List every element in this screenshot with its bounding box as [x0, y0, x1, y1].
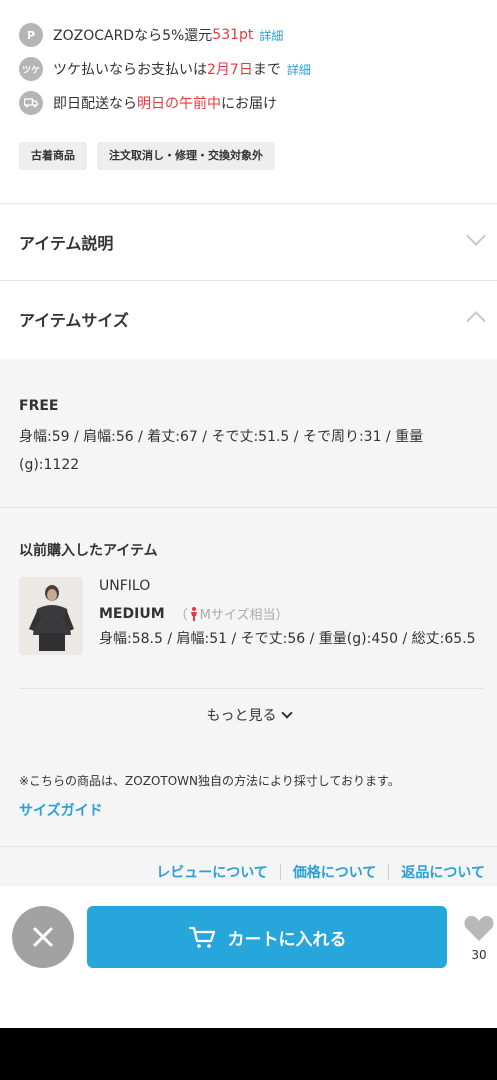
promo-row-points: P ZOZOCARDなら5%還元 531pt 詳細 — [19, 22, 283, 48]
review-link[interactable]: レビューについて — [156, 862, 268, 882]
previous-size-label: MEDIUM — [99, 605, 165, 622]
tag-no-cancel: 注文取消し・修理・交換対象外 — [97, 142, 275, 170]
chevron-down-icon — [280, 707, 293, 719]
bottom-action-bar: カートに入れる 30 — [0, 886, 497, 1028]
tsuke-icon: ツケ — [19, 57, 43, 81]
accordion-label: アイテムサイズ — [19, 311, 129, 330]
size-label: FREE — [19, 398, 59, 414]
promo-text: ツケ払いならお支払いは — [53, 62, 207, 78]
divider — [0, 846, 497, 847]
accordion-item-size[interactable]: アイテムサイズ — [0, 281, 497, 357]
accordion-item-description[interactable]: アイテム説明 — [0, 204, 497, 280]
size-measurements: 身幅:59 / 肩幅:56 / 着丈:67 / そで丈:51.5 / そで周り:… — [19, 429, 424, 473]
footer-links: レビューについて 価格について 返品について — [156, 862, 485, 882]
cart-icon — [188, 926, 215, 948]
measurement-note: ※こちらの商品は、ZOZOTOWN独自の方法により採寸しております。 — [19, 774, 400, 788]
previous-item-measurements: 身幅:58.5 / 肩幅:51 / そで丈:56 / 重量(g):450 / 総… — [99, 631, 476, 647]
promo-highlight: 531pt — [212, 27, 254, 43]
previous-items-title: 以前購入したアイテム — [19, 543, 158, 559]
divider — [19, 688, 484, 689]
chevron-up-icon — [466, 311, 486, 331]
previous-size-note: （Mサイズ相当） — [174, 606, 289, 623]
separator — [279, 864, 281, 880]
price-link[interactable]: 価格について — [293, 862, 377, 882]
points-icon: P — [19, 23, 43, 47]
promo-detail-link[interactable]: 詳細 — [287, 61, 311, 78]
promo-detail-link[interactable]: 詳細 — [259, 27, 283, 44]
item-tags: 古着商品 注文取消し・修理・交換対象外 — [19, 142, 275, 170]
tag-used: 古着商品 — [19, 142, 87, 170]
cart-label: カートに入れる — [227, 929, 347, 950]
promo-row-tsuke: ツケ ツケ払いならお支払いは 2月7日 まで 詳細 — [19, 56, 311, 82]
product-page: P ZOZOCARDなら5%還元 531pt 詳細 ツケ ツケ払いならお支払いは… — [0, 0, 497, 1028]
favorite-button[interactable]: 30 — [462, 914, 496, 962]
promo-text: ZOZOCARDなら5%還元 — [53, 28, 213, 44]
show-more-button[interactable]: もっと見る — [0, 705, 497, 725]
promo-text-post: にお届け — [221, 96, 277, 112]
delivery-icon — [19, 91, 43, 115]
divider — [0, 507, 497, 508]
previous-item-brand: UNFILO — [99, 578, 151, 594]
size-guide-link[interactable]: サイズガイド — [19, 800, 103, 820]
person-icon — [190, 606, 197, 621]
size-panel: FREE 身幅:59 / 肩幅:56 / 着丈:67 / そで丈:51.5 / … — [0, 359, 497, 899]
accordion-label: アイテム説明 — [19, 234, 114, 253]
promo-row-delivery: 即日配送なら 明日の午前中 にお届け — [19, 90, 277, 116]
close-icon — [33, 927, 53, 947]
close-button[interactable] — [12, 906, 74, 968]
previous-item-thumbnail[interactable] — [19, 577, 83, 655]
favorite-count: 30 — [471, 948, 487, 962]
previous-item-size: MEDIUM （Mサイズ相当） — [99, 604, 289, 624]
promo-highlight: 2月7日 — [207, 62, 253, 78]
promo-text-post: まで — [252, 62, 281, 78]
add-to-cart-button[interactable]: カートに入れる — [87, 906, 447, 968]
chevron-down-icon — [466, 226, 486, 246]
returns-link[interactable]: 返品について — [401, 862, 485, 882]
promo-highlight: 明日の午前中 — [137, 96, 221, 112]
promo-text: 即日配送なら — [53, 96, 137, 112]
separator — [388, 864, 390, 880]
heart-icon — [464, 916, 494, 941]
